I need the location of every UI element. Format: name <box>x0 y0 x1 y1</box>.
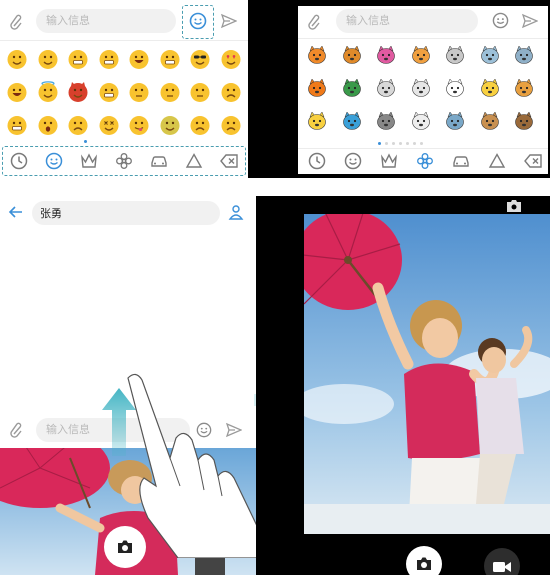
sticker-rabbit-icon[interactable] <box>375 77 397 99</box>
message-input[interactable]: 输入信息 <box>36 9 176 33</box>
message-input[interactable]: 输入信息 <box>336 9 478 33</box>
emoji-neutral-icon[interactable] <box>128 81 150 103</box>
emoji-grin-icon[interactable] <box>67 48 89 70</box>
emoji-laugh-icon[interactable] <box>128 48 150 70</box>
attachment-clip-icon[interactable] <box>10 422 24 438</box>
attachment-clip-icon[interactable] <box>308 14 322 30</box>
backspace-icon[interactable] <box>524 152 542 170</box>
sticker-lion-icon[interactable] <box>341 44 363 66</box>
flower-icon[interactable] <box>115 152 133 170</box>
emoji-tongue-icon[interactable] <box>128 114 150 136</box>
video-record-button[interactable] <box>484 548 520 575</box>
recent-clock-icon[interactable] <box>308 152 326 170</box>
divider <box>298 38 548 39</box>
emoji-pout-icon[interactable] <box>67 114 89 136</box>
backspace-icon[interactable] <box>220 152 238 170</box>
emoji-keyboard-panel: 输入信息 <box>0 0 248 178</box>
sticker-dog-icon[interactable] <box>479 110 501 132</box>
back-arrow-icon[interactable] <box>8 204 24 220</box>
emoji-toggle-highlight <box>182 5 214 39</box>
sticker-giraffe-icon[interactable] <box>513 77 535 99</box>
sticker-octopus-icon[interactable] <box>375 44 397 66</box>
car-icon[interactable] <box>150 152 168 170</box>
flower-icon[interactable] <box>416 152 434 170</box>
send-icon[interactable] <box>220 13 238 29</box>
page-dot <box>420 142 423 145</box>
emoji-devil-icon[interactable] <box>67 81 89 103</box>
sticker-bird-icon[interactable] <box>341 110 363 132</box>
sticker-fox-icon[interactable] <box>306 44 328 66</box>
sticker-koala-icon[interactable] <box>513 44 535 66</box>
video-camera-icon <box>492 559 512 573</box>
emoji-dizzy-icon[interactable] <box>98 114 120 136</box>
camera-panel <box>256 196 550 575</box>
page-indicator <box>378 142 423 145</box>
emoji-blank-icon[interactable] <box>159 81 181 103</box>
emoji-grimace-icon[interactable] <box>98 48 120 70</box>
emoji-grimace-icon[interactable] <box>6 114 28 136</box>
send-icon[interactable] <box>521 13 539 29</box>
contact-person-icon[interactable] <box>228 204 244 220</box>
triangle-icon[interactable] <box>488 152 506 170</box>
page-dot <box>392 142 395 145</box>
divider <box>0 40 248 41</box>
emoji-sick-icon[interactable] <box>159 114 181 136</box>
sticker-turtle-icon[interactable] <box>341 77 363 99</box>
smiley-icon[interactable] <box>45 152 63 170</box>
emoji-scream-icon[interactable] <box>37 114 59 136</box>
sticker-wolf-icon[interactable] <box>444 110 466 132</box>
recent-clock-icon[interactable] <box>10 152 28 170</box>
sticker-goat-icon[interactable] <box>444 44 466 66</box>
sticker-cat-icon[interactable] <box>410 44 432 66</box>
animal-sticker-panel: 输入信息 <box>298 6 548 174</box>
sticker-sheep-icon[interactable] <box>410 110 432 132</box>
sticker-cow-icon[interactable] <box>375 110 397 132</box>
sticker-chick-icon[interactable] <box>479 77 501 99</box>
emoji-expressionless-icon[interactable] <box>189 81 211 103</box>
sticker-chick-yellow-icon[interactable] <box>306 110 328 132</box>
sticker-mouse-icon[interactable] <box>479 44 501 66</box>
hand-gesture-icon <box>127 373 256 558</box>
page-dot <box>385 142 388 145</box>
emoji-toggle-icon[interactable] <box>492 12 509 29</box>
attachment-clip-icon[interactable] <box>10 14 24 30</box>
page-dot <box>413 142 416 145</box>
divider <box>298 148 548 149</box>
car-icon[interactable] <box>452 152 470 170</box>
emoji-smile-icon[interactable] <box>6 48 28 70</box>
section-divider <box>0 178 550 196</box>
emoji-heart-eyes-icon[interactable] <box>220 48 242 70</box>
crown-icon[interactable] <box>80 152 98 170</box>
emoji-persevere-icon[interactable] <box>220 114 242 136</box>
sticker-chicken-icon[interactable] <box>444 77 466 99</box>
contact-name: 张勇 <box>40 207 62 220</box>
chat-panel: 张勇 输入信息 <box>0 196 256 575</box>
camera-shutter-button[interactable] <box>406 546 442 575</box>
camera-viewfinder <box>304 214 550 534</box>
page-dot <box>399 142 402 145</box>
page-dot <box>406 142 409 145</box>
emoji-blush-icon[interactable] <box>37 48 59 70</box>
smiley-icon[interactable] <box>344 152 362 170</box>
emoji-laugh-icon[interactable] <box>6 81 28 103</box>
sticker-boar-icon[interactable] <box>513 110 535 132</box>
emoji-confounded-icon[interactable] <box>220 81 242 103</box>
emoji-frown-icon[interactable] <box>189 114 211 136</box>
camera-icon <box>415 556 433 572</box>
emoji-cool-icon[interactable] <box>189 48 211 70</box>
sticker-tiger-icon[interactable] <box>306 77 328 99</box>
page-dot <box>378 142 381 145</box>
crown-icon[interactable] <box>380 152 398 170</box>
page-indicator <box>84 140 87 143</box>
sticker-rabbit-white-icon[interactable] <box>410 77 432 99</box>
emoji-halo-icon[interactable] <box>37 81 59 103</box>
triangle-icon[interactable] <box>185 152 203 170</box>
page-dot <box>84 140 87 143</box>
emoji-grin-icon[interactable] <box>98 81 120 103</box>
emoji-beam-icon[interactable] <box>159 48 181 70</box>
switch-camera-icon[interactable] <box>506 198 522 212</box>
